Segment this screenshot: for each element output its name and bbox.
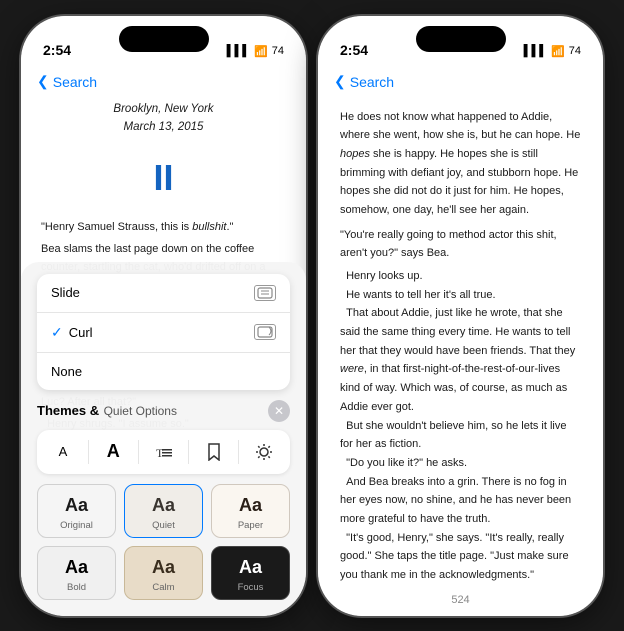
theme-aa-quiet: Aa (152, 495, 175, 516)
right-phone-inner: 2:54 ▌▌▌ 📶 74 ❮ Search He does not kn (318, 16, 603, 616)
left-phone-inner: 2:54 ▌▌▌ 📶 74 ❮ Search Bro (21, 16, 306, 616)
page-number: 524 (451, 594, 469, 606)
font-selector-button[interactable]: T (150, 438, 178, 466)
divider-4 (238, 440, 239, 464)
divider-3 (188, 440, 189, 464)
theme-original[interactable]: Aa Original (37, 484, 116, 538)
right-para-6: But she wouldn't believe him, so he lets… (340, 417, 581, 454)
phones-container: 2:54 ▌▌▌ 📶 74 ❮ Search Bro (21, 16, 603, 616)
slide-menu: Slide ✓ Curl (37, 274, 290, 390)
back-chevron-right: ❮ (334, 73, 346, 90)
slide-icon (254, 285, 276, 301)
right-para-10: "What?" (340, 585, 581, 586)
theme-label-focus: Focus (238, 582, 264, 593)
nav-bar-right: ❮ Search (318, 64, 603, 100)
back-button-right[interactable]: ❮ Search (334, 73, 394, 90)
themes-header: Themes & Quiet Options ✕ (37, 400, 290, 422)
divider-1 (88, 440, 89, 464)
right-para-8: And Bea breaks into a grin. There is no … (340, 473, 581, 529)
wifi-icon-left: 📶 (254, 45, 268, 58)
theme-quiet[interactable]: Aa Quiet (124, 484, 203, 538)
para-1: "Henry Samuel Strauss, this is bullshit.… (41, 218, 286, 236)
menu-item-none[interactable]: None (37, 353, 290, 390)
font-controls: A A T (37, 430, 290, 474)
theme-label-quiet: Quiet (152, 520, 175, 531)
signal-icon-right: ▌▌▌ (524, 45, 547, 57)
theme-aa-calm: Aa (152, 557, 175, 578)
dynamic-island-left (119, 26, 209, 52)
book-header: Brooklyn, New York March 13, 2015 (41, 100, 286, 137)
back-button-left[interactable]: ❮ Search (37, 73, 97, 90)
themes-title: Themes & (37, 403, 99, 418)
themes-title-area: Themes & Quiet Options (37, 402, 177, 420)
wifi-icon-right: 📶 (551, 45, 565, 58)
curl-icon (254, 324, 276, 340)
theme-bold[interactable]: Aa Bold (37, 546, 116, 600)
right-para-7: "Do you like it?" he asks. (340, 454, 581, 473)
theme-label-original: Original (60, 520, 93, 531)
theme-aa-focus: Aa (239, 557, 262, 578)
theme-label-bold: Bold (67, 582, 86, 593)
time-left: 2:54 (43, 42, 71, 58)
theme-calm[interactable]: Aa Calm (124, 546, 203, 600)
themes-subtitle: Quiet Options (104, 404, 177, 418)
right-para-9: "It's good, Henry," she says. "It's real… (340, 529, 581, 585)
battery-left: 74 (272, 45, 284, 57)
overlay-panel: Slide ✓ Curl (21, 262, 306, 616)
menu-item-slide[interactable]: Slide (37, 274, 290, 313)
menu-label-slide: Slide (51, 285, 80, 300)
status-icons-right: ▌▌▌ 📶 74 (524, 45, 581, 58)
theme-label-calm: Calm (152, 582, 174, 593)
right-para-4: He wants to tell her it's all true. (340, 286, 581, 305)
theme-paper[interactable]: Aa Paper (211, 484, 290, 538)
bookmark-button[interactable] (200, 438, 228, 466)
menu-label-none: None (51, 364, 82, 379)
theme-aa-bold: Aa (65, 557, 88, 578)
battery-right: 74 (569, 45, 581, 57)
status-icons-left: ▌▌▌ 📶 74 (227, 45, 284, 58)
right-para-5: That about Addie, just like he wrote, th… (340, 304, 581, 416)
themes-grid: Aa Original Aa Quiet Aa Paper Aa Bold (37, 484, 290, 600)
right-para-1: He does not know what happened to Addie,… (340, 108, 581, 220)
theme-aa-original: Aa (65, 495, 88, 516)
right-phone: 2:54 ▌▌▌ 📶 74 ❮ Search He does not kn (318, 16, 603, 616)
theme-label-paper: Paper (238, 520, 263, 531)
nav-bar-left: ❮ Search (21, 64, 306, 100)
chapter-number: II (41, 148, 286, 207)
left-phone: 2:54 ▌▌▌ 📶 74 ❮ Search Bro (21, 16, 306, 616)
back-label-right: Search (350, 74, 394, 90)
theme-aa-paper: Aa (239, 495, 262, 516)
signal-icon-left: ▌▌▌ (227, 45, 250, 57)
small-a-button[interactable]: A (49, 438, 77, 466)
time-right: 2:54 (340, 42, 368, 58)
back-label-left: Search (53, 74, 97, 90)
dynamic-island-right (416, 26, 506, 52)
back-chevron-left: ❮ (37, 73, 49, 90)
right-para-3: Henry looks up. (340, 267, 581, 286)
large-a-button[interactable]: A (99, 438, 127, 466)
check-icon: ✓ (51, 324, 63, 341)
menu-item-curl[interactable]: ✓ Curl (37, 313, 290, 353)
book-date: March 13, 2015 (41, 118, 286, 136)
theme-focus[interactable]: Aa Focus (211, 546, 290, 600)
book-location: Brooklyn, New York (41, 100, 286, 118)
divider-2 (138, 440, 139, 464)
close-button[interactable]: ✕ (268, 400, 290, 422)
brightness-button[interactable] (250, 438, 278, 466)
menu-label-curl: Curl (69, 325, 93, 340)
right-para-2: "You're really going to method actor thi… (340, 226, 581, 263)
book-content-right: He does not know what happened to Addie,… (318, 100, 603, 586)
